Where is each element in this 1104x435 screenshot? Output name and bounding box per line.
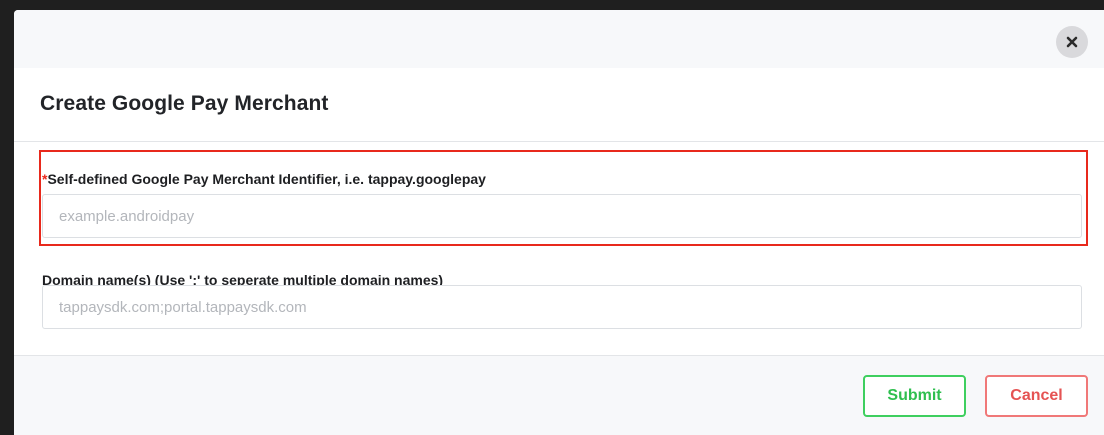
modal-title: Create Google Pay Merchant	[40, 92, 329, 115]
merchant-identifier-input[interactable]	[42, 194, 1082, 238]
merchant-identifier-label-text: Self-defined Google Pay Merchant Identif…	[47, 171, 486, 187]
close-icon	[1066, 36, 1078, 48]
modal-top-bar	[14, 10, 1104, 68]
create-merchant-modal: Create Google Pay Merchant *Self-defined…	[14, 10, 1104, 435]
cancel-button[interactable]: Cancel	[985, 375, 1088, 417]
merchant-identifier-label: *Self-defined Google Pay Merchant Identi…	[42, 171, 486, 187]
close-button[interactable]	[1056, 26, 1088, 58]
domain-names-input[interactable]	[42, 285, 1082, 329]
submit-button[interactable]: Submit	[863, 375, 966, 417]
header-divider	[14, 141, 1104, 142]
